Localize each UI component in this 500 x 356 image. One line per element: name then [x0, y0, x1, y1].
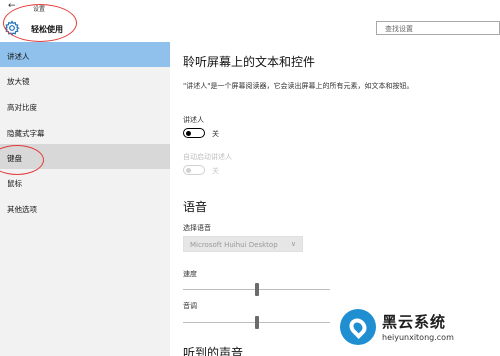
autostart-toggle-state: 关	[212, 167, 219, 175]
watermark-name: 黑云系统	[382, 313, 447, 331]
sidebar-item-keyboard[interactable]: 键盘	[0, 144, 170, 169]
pitch-slider-thumb[interactable]	[254, 316, 259, 329]
title-bar: ← 设置	[0, 0, 500, 14]
watermark-url: heiyunxitong.com	[382, 333, 454, 342]
section-title-sounds: 听到的声音	[183, 346, 244, 356]
autostart-label: 自动启动讲述人	[183, 153, 232, 161]
voice-select-value: Microsoft Huihui Desktop	[190, 241, 278, 249]
gear-icon	[4, 20, 20, 36]
autostart-toggle[interactable]	[183, 165, 205, 175]
narrator-label: 讲述人	[183, 116, 204, 124]
pitch-label: 音调	[183, 302, 197, 310]
sidebar-item-other-options[interactable]: 其他选项	[0, 195, 170, 220]
back-arrow-icon[interactable]: ←	[8, 2, 16, 11]
speed-label: 速度	[183, 270, 197, 278]
sidebar-item-narrator[interactable]: 讲述人	[0, 42, 170, 67]
watermark-logo: 黑云系统 heiyunxitong.com	[340, 307, 500, 356]
sidebar-item-high-contrast[interactable]: 高对比度	[0, 93, 170, 118]
voice-select[interactable]: Microsoft Huihui Desktop ∨	[183, 236, 303, 252]
page-title: 轻松使用	[31, 25, 63, 34]
search-input[interactable]: 查找设置	[376, 21, 500, 35]
speed-slider-thumb[interactable]	[254, 283, 259, 296]
sidebar-item-mouse[interactable]: 鼠标	[0, 169, 170, 194]
brand-logo-icon	[340, 309, 376, 345]
sidebar-item-closed-captions[interactable]: 隐藏式字幕	[0, 119, 170, 144]
section-title-voice: 语音	[183, 200, 208, 214]
window-title: 设置	[33, 6, 46, 13]
chevron-down-icon: ∨	[290, 240, 296, 248]
voice-select-label: 选择语音	[183, 224, 211, 232]
narrator-description: "讲述人"是一个屏幕阅读器，它会读出屏幕上的所有元素，如文本和按钮。	[183, 82, 414, 90]
brand-logo-inner	[345, 314, 371, 340]
narrator-toggle-state: 关	[212, 130, 219, 138]
sidebar: 讲述人 放大镜 高对比度 隐藏式字幕 键盘 鼠标 其他选项	[0, 42, 170, 356]
narrator-toggle[interactable]	[183, 128, 205, 138]
toggle-knob	[186, 130, 191, 136]
section-title-narrator: 聆听屏幕上的文本和控件	[183, 55, 316, 69]
header: 轻松使用 查找设置	[0, 14, 500, 42]
toggle-knob	[186, 167, 191, 173]
sidebar-item-magnifier[interactable]: 放大镜	[0, 67, 170, 92]
